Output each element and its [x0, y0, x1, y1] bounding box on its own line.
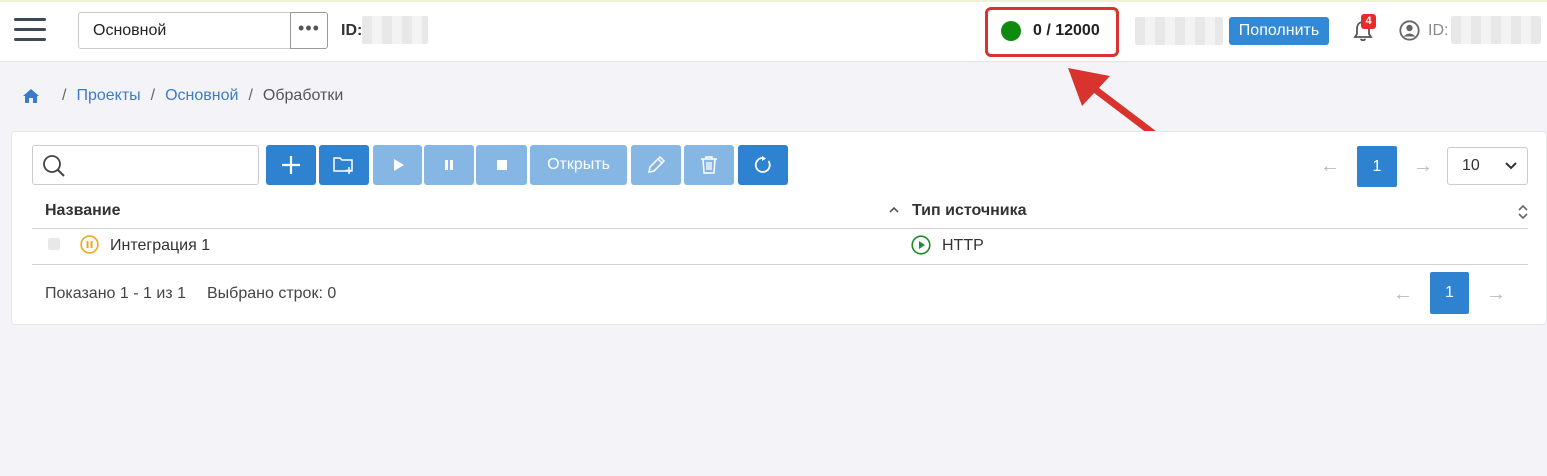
- page-size-value: 10: [1462, 157, 1480, 174]
- home-icon[interactable]: [22, 88, 40, 104]
- breadcrumb-projects[interactable]: Проекты: [76, 87, 140, 105]
- user-id-label: ID:: [1428, 22, 1449, 39]
- balance-amount-redacted: [1135, 17, 1223, 45]
- footer-pager-current-page[interactable]: 1: [1430, 272, 1469, 314]
- add-button[interactable]: [266, 145, 316, 185]
- stop-icon: [496, 160, 507, 170]
- pager-next-button[interactable]: →: [1413, 155, 1433, 178]
- breadcrumb-separator: /: [62, 87, 67, 104]
- breadcrumb-separator: /: [248, 87, 253, 104]
- row-name[interactable]: Интеграция 1: [110, 237, 210, 255]
- pager-prev-button[interactable]: ←: [1320, 155, 1340, 178]
- delete-button[interactable]: [684, 145, 734, 185]
- account-id-redacted: [362, 16, 428, 44]
- row-source-type: HTTP: [942, 237, 984, 254]
- rows-selected-text: Выбрано строк: 0: [207, 285, 337, 302]
- breadcrumb-project[interactable]: Основной: [165, 87, 238, 105]
- pencil-icon: [648, 155, 666, 173]
- chevron-down-icon: [1505, 162, 1517, 170]
- project-more-button[interactable]: •••: [290, 12, 328, 49]
- footer-pager-prev-button[interactable]: ←: [1393, 283, 1413, 306]
- pause-button[interactable]: [424, 145, 474, 185]
- notification-badge: 4: [1361, 14, 1376, 29]
- breadcrumb-separator: /: [150, 87, 156, 104]
- row-checkbox[interactable]: [48, 238, 60, 250]
- footer-pager-next-button[interactable]: →: [1486, 283, 1506, 306]
- breadcrumb: / Проекты / Основной / Обработки: [22, 87, 343, 105]
- play-icon: [911, 235, 931, 255]
- user-id-redacted: [1451, 16, 1541, 44]
- menu-icon[interactable]: [14, 18, 46, 44]
- user-icon[interactable]: [1399, 20, 1420, 41]
- play-icon: [393, 159, 404, 171]
- folder-plus-icon: [333, 157, 353, 174]
- refresh-button[interactable]: [738, 145, 788, 185]
- balance-value: 0 / 12000: [1033, 22, 1100, 39]
- column-header-name[interactable]: Название: [45, 202, 121, 220]
- refresh-icon: [754, 156, 771, 173]
- search-icon: [43, 155, 65, 177]
- search-input[interactable]: [32, 145, 259, 185]
- pause-icon: [445, 160, 453, 170]
- sort-asc-icon[interactable]: [888, 203, 900, 217]
- add-folder-button[interactable]: [319, 145, 369, 185]
- account-id-label: ID:: [341, 22, 363, 39]
- balance-status-dot: [1001, 21, 1021, 41]
- column-header-source-type[interactable]: Тип источника: [912, 202, 1027, 220]
- project-select[interactable]: Основной: [78, 12, 292, 49]
- stop-button[interactable]: [476, 145, 527, 185]
- open-button[interactable]: Открыть: [530, 145, 627, 185]
- breadcrumb-current: Обработки: [262, 87, 344, 104]
- pause-icon: [80, 235, 99, 254]
- trash-icon: [701, 156, 717, 174]
- start-button[interactable]: [373, 145, 422, 185]
- pager-current-page[interactable]: 1: [1357, 146, 1397, 187]
- topup-button[interactable]: Пополнить: [1229, 17, 1329, 45]
- page-size-select[interactable]: 10: [1447, 147, 1528, 185]
- plus-icon: [282, 156, 300, 174]
- rows-shown-text: Показано 1 - 1 из 1: [45, 285, 186, 302]
- row-divider: [32, 264, 1528, 265]
- sort-icon[interactable]: [1516, 203, 1530, 221]
- edit-button[interactable]: [631, 145, 681, 185]
- header-divider: [32, 228, 1528, 229]
